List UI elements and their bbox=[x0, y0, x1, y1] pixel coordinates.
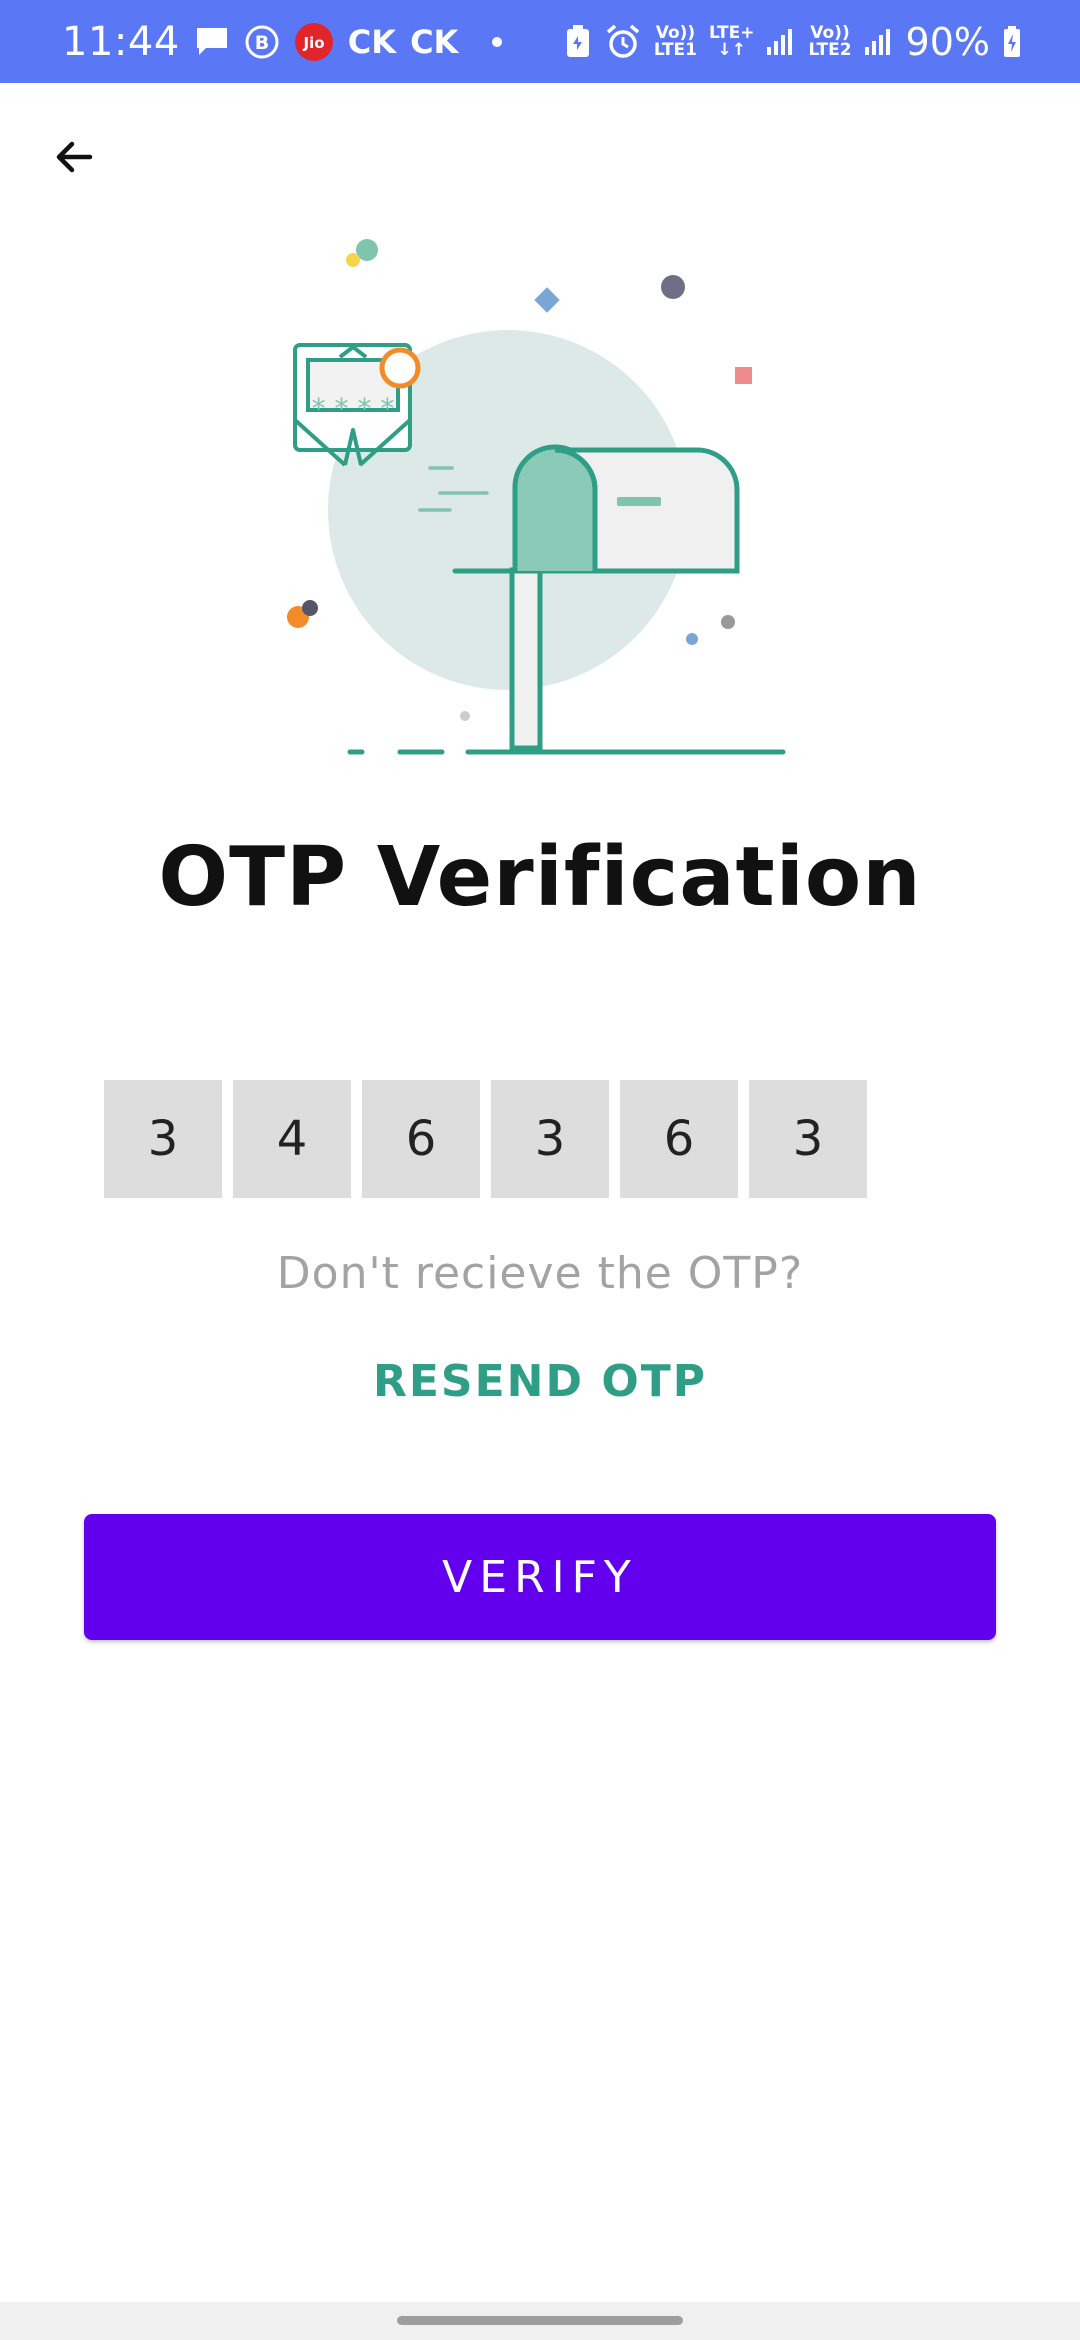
otp-digit-1[interactable]: 3 bbox=[104, 1080, 222, 1198]
otp-digit-6[interactable]: 3 bbox=[749, 1080, 867, 1198]
resend-prompt: Don't recieve the OTP? bbox=[276, 1248, 804, 1299]
volte-1-indicator: Vo)) LTE1 bbox=[653, 22, 697, 60]
mailbox-envelope-illustration: * * * * bbox=[270, 225, 810, 765]
data-arrows-icon: ↓↑ bbox=[717, 39, 746, 60]
lte-plus-indicator: LTE+ ↓↑ bbox=[708, 22, 755, 60]
verify-button[interactable]: VERIFY bbox=[84, 1514, 996, 1640]
otp-digit-3[interactable]: 6 bbox=[362, 1080, 480, 1198]
page-title: OTP Verification bbox=[158, 830, 922, 925]
volte-1-bottom: LTE1 bbox=[653, 39, 697, 60]
svg-text:B: B bbox=[255, 32, 269, 54]
status-app-label-1: CK bbox=[347, 22, 397, 61]
battery-percentage: 90% bbox=[905, 19, 990, 64]
resend-otp-button[interactable]: RESEND OTP bbox=[340, 1345, 740, 1417]
alarm-icon bbox=[604, 23, 642, 61]
volte-2-indicator: Vo)) LTE2 bbox=[808, 22, 852, 60]
b-circle-icon: B bbox=[244, 24, 280, 60]
otp-input-row: 3 4 6 3 6 3 bbox=[104, 1080, 867, 1198]
volte-1-top: Vo)) bbox=[655, 22, 696, 43]
otp-digit-5[interactable]: 6 bbox=[620, 1080, 738, 1198]
signal-icon-2 bbox=[864, 27, 894, 57]
message-icon bbox=[194, 25, 230, 59]
home-indicator[interactable] bbox=[397, 2316, 683, 2325]
jio-badge-text: Jio bbox=[302, 34, 324, 52]
back-button[interactable] bbox=[42, 125, 106, 189]
volte-2-top: Vo)) bbox=[810, 22, 850, 43]
arrow-left-icon bbox=[56, 141, 93, 173]
battery-saver-icon bbox=[564, 24, 592, 60]
status-bar: 11:44 B Jio CK CK Vo)) LTE1 LTE+ ↓↑ Vo))… bbox=[0, 0, 1080, 83]
navigation-bar bbox=[0, 2302, 1080, 2340]
status-bar-right: Vo)) LTE1 LTE+ ↓↑ Vo)) LTE2 90% bbox=[564, 0, 1022, 83]
otp-digit-2[interactable]: 4 bbox=[233, 1080, 351, 1198]
dot-icon bbox=[492, 36, 503, 47]
volte-2-bottom: LTE2 bbox=[808, 39, 852, 60]
jio-icon: Jio bbox=[294, 22, 334, 62]
svg-text:* * * *: * * * * bbox=[312, 392, 395, 425]
signal-icon bbox=[766, 27, 796, 57]
status-app-label-2: CK bbox=[410, 22, 459, 61]
status-bar-left: 11:44 B Jio CK CK bbox=[62, 0, 503, 83]
battery-charging-icon bbox=[1002, 25, 1022, 59]
lte-plus-label: LTE+ bbox=[708, 22, 755, 43]
otp-digit-4[interactable]: 3 bbox=[491, 1080, 609, 1198]
status-time: 11:44 bbox=[62, 18, 180, 65]
